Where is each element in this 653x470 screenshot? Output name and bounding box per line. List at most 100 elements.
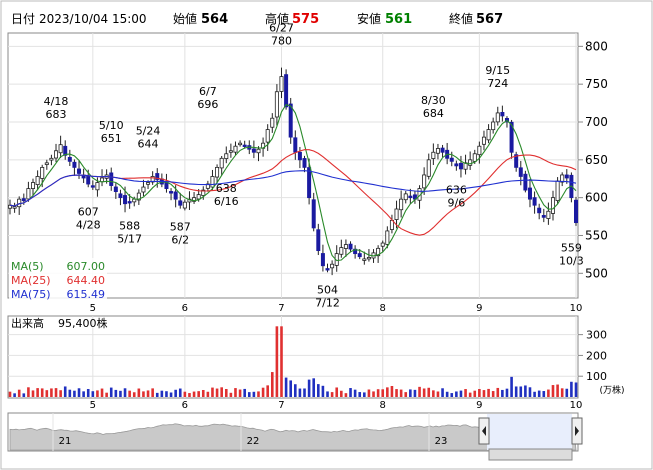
overview-left-handle[interactable]	[478, 417, 490, 445]
volume-bar	[330, 392, 334, 397]
price-tick-label: 800	[585, 39, 608, 53]
volume-bar	[432, 390, 435, 397]
volume-bar	[31, 390, 35, 397]
candle-body	[109, 172, 114, 186]
volume-bar	[501, 389, 504, 397]
candle-body	[458, 162, 463, 170]
volume-bar	[247, 392, 251, 397]
overview-scrollbar[interactable]	[488, 448, 573, 461]
candle-body	[486, 129, 491, 141]
volume-bar	[151, 388, 154, 397]
volume-bar	[455, 391, 458, 397]
annotation-price: 724	[487, 77, 508, 90]
candle-body	[348, 243, 353, 250]
candle-body	[256, 148, 261, 154]
volume-bar	[197, 391, 200, 397]
volume-bar	[491, 391, 495, 397]
annotation-date: 6/2	[171, 233, 189, 246]
candle-body	[491, 121, 496, 131]
volume-bar	[59, 390, 62, 397]
ma5-value: 607.00	[67, 260, 106, 273]
annotation-price: 607	[78, 205, 99, 218]
candle-body	[67, 156, 72, 162]
volume-bar	[335, 387, 339, 397]
candle-body	[219, 157, 224, 169]
volume-bar	[321, 385, 325, 397]
overview-right-handle[interactable]	[571, 417, 583, 445]
volume-bar	[344, 393, 348, 397]
volume-bar	[137, 388, 141, 397]
volume-month-label: 8	[380, 400, 386, 411]
volume-bar	[542, 391, 546, 397]
ma5-label: MA(5)	[11, 260, 44, 273]
candle-body	[537, 207, 542, 214]
candle-body	[422, 174, 427, 189]
annotation-date: 9/6	[448, 196, 466, 209]
volume-bar	[17, 389, 21, 397]
volume-bar	[395, 389, 398, 397]
candle-body	[146, 182, 151, 185]
annotation-date: 6/27	[269, 21, 294, 34]
volume-bar	[298, 388, 302, 397]
high-value: 575	[292, 12, 319, 27]
candle-body	[564, 174, 569, 179]
candle-body	[385, 230, 390, 245]
price-month-label: 10	[570, 303, 583, 314]
ma-legend: MA(5) 607.00 MA(25) 644.40 MA(75) 615.49	[9, 258, 107, 302]
candle-body	[238, 142, 243, 146]
candle-body	[90, 185, 95, 188]
volume-bar	[524, 385, 527, 397]
volume-bar	[160, 390, 164, 397]
candle-body	[500, 111, 505, 117]
volume-bar	[238, 389, 242, 397]
volume-unit: (万株)	[599, 384, 624, 396]
candle-body	[118, 193, 123, 199]
volume-tick-label: 100	[586, 370, 607, 383]
candle-body	[173, 191, 178, 200]
candle-body	[366, 257, 371, 260]
candle-body	[77, 168, 82, 174]
volume-bar	[556, 384, 559, 397]
annotation-date: 9/15	[485, 64, 510, 77]
overview-label: 22	[247, 436, 260, 447]
volume-bar	[570, 381, 573, 397]
volume-bar	[174, 389, 177, 397]
candle-body	[495, 112, 500, 123]
candle-body	[408, 195, 413, 199]
candle-body	[357, 253, 362, 258]
candle-body	[215, 166, 220, 178]
volume-bar	[436, 391, 440, 397]
annotation-date: 4/18	[44, 95, 69, 108]
candle-body	[454, 163, 459, 167]
candle-body	[58, 144, 63, 154]
volume-bar	[418, 386, 421, 397]
candle-body	[523, 173, 528, 191]
price-tick-label: 500	[585, 266, 608, 280]
volume-bar	[372, 391, 375, 397]
annotation-price: 696	[197, 98, 218, 111]
volume-bar	[109, 387, 113, 397]
volume-bar	[91, 391, 95, 397]
overview-selection[interactable]	[487, 414, 572, 450]
low-value: 561	[385, 12, 412, 27]
candle-body	[270, 117, 275, 128]
volume-bar	[464, 389, 467, 397]
candle-body	[380, 242, 385, 247]
candle-body	[228, 150, 233, 153]
volume-bar	[275, 326, 279, 397]
candle-body	[440, 147, 445, 153]
candle-body	[284, 74, 289, 108]
volume-bar	[105, 392, 108, 397]
candle-body	[311, 199, 316, 229]
volume-bar	[386, 387, 389, 397]
annotation-date: 7/12	[315, 296, 340, 309]
close-value: 567	[476, 12, 503, 27]
volume-bar	[363, 392, 366, 397]
candle-body	[362, 258, 367, 261]
annotation-date: 8/30	[421, 94, 446, 107]
candle-body	[169, 191, 174, 194]
volume-bar	[528, 387, 532, 397]
volume-bar	[422, 388, 426, 397]
volume-bar	[390, 386, 394, 397]
candle-body	[132, 198, 137, 203]
